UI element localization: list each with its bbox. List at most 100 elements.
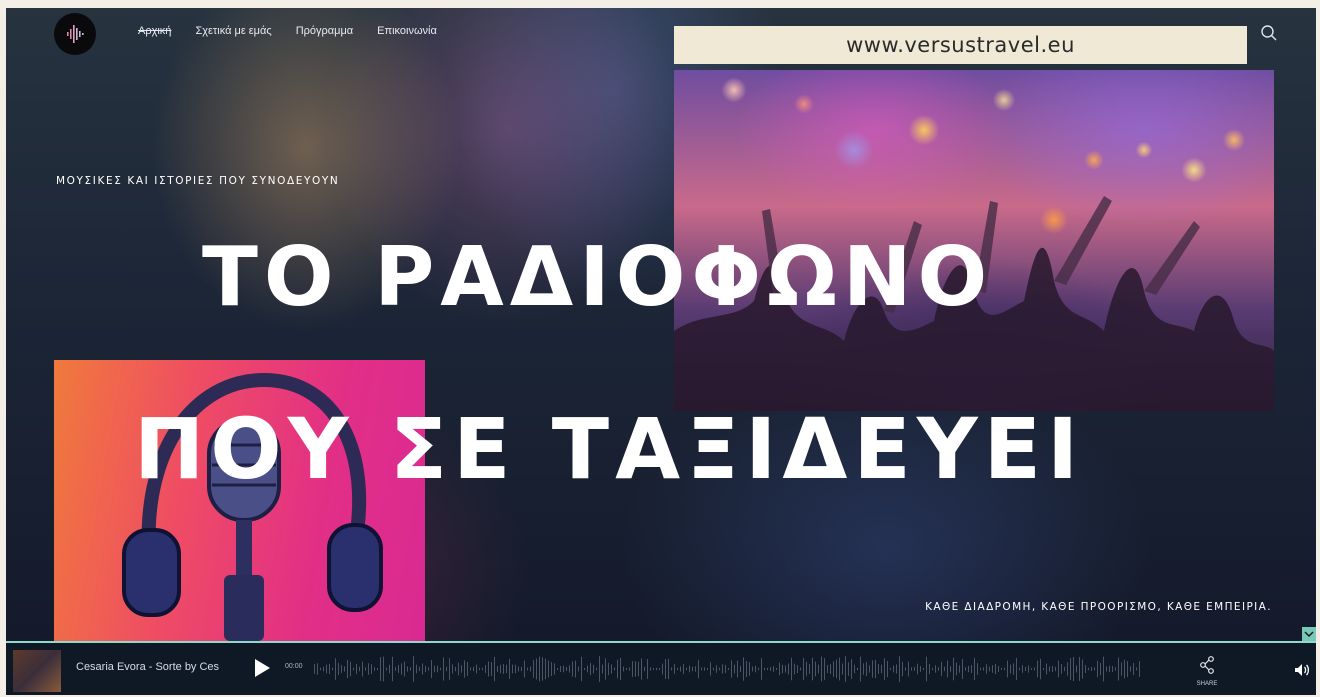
share-label: SHARE	[1196, 681, 1218, 687]
waveform-bar	[1022, 665, 1023, 673]
waveform-bar	[602, 664, 603, 674]
waveform-bar	[692, 666, 693, 672]
waveform-bar	[1004, 667, 1005, 671]
waveform-bar	[596, 667, 597, 671]
waveform-bar	[743, 657, 744, 681]
waveform-scrubber[interactable]	[314, 655, 1144, 683]
waveform-bar	[524, 660, 525, 678]
waveform-bar	[593, 664, 594, 674]
waveform-bar	[1112, 666, 1113, 672]
waveform-bar	[329, 663, 330, 675]
waveform-bar	[896, 664, 897, 674]
waveform-bar	[485, 665, 486, 673]
waveform-bar	[776, 667, 777, 671]
waveform-bar	[1115, 667, 1116, 671]
waveform-bar	[503, 664, 504, 674]
waveform-bar	[737, 660, 738, 678]
waveform-bar	[1013, 663, 1014, 675]
waveform-bar	[1076, 665, 1077, 673]
waveform-bar	[989, 666, 990, 672]
hero-title-line-2: ΠΟΥ ΣΕ ΤΑΞΙΔΕΥΕΙ	[134, 400, 1085, 498]
site-logo[interactable]	[54, 13, 96, 55]
waveform-bar	[575, 660, 576, 678]
nav-item-home[interactable]: Αρχική	[138, 25, 171, 37]
waveform-bar	[599, 656, 600, 682]
waveform-bar	[1136, 667, 1137, 671]
waveform-bar	[959, 665, 960, 673]
waveform-bar	[320, 667, 321, 671]
waveform-bar	[887, 660, 888, 678]
waveform-bar	[1139, 661, 1140, 677]
waveform-bar	[425, 665, 426, 673]
waveform-bar	[521, 666, 522, 672]
waveform-bar	[992, 665, 993, 673]
waveform-bar	[1127, 661, 1128, 677]
waveform-bar	[1052, 665, 1053, 673]
waveform-bar	[944, 666, 945, 672]
waveform-bar	[590, 662, 591, 676]
waveform-bar	[1058, 660, 1059, 678]
waveform-bar	[353, 667, 354, 671]
nav-item-about[interactable]: Σχετικά με εμάς	[195, 25, 271, 37]
waveform-bar	[1082, 659, 1083, 679]
waveform-bar	[530, 666, 531, 672]
waveform-bar	[461, 665, 462, 673]
waveform-bar	[974, 657, 975, 681]
waveform-bar	[614, 667, 615, 671]
waveform-bar	[797, 664, 798, 674]
waveform-bar	[368, 663, 369, 675]
waveform-bar	[782, 664, 783, 674]
waveform-bar	[1046, 663, 1047, 675]
waveform-bar	[326, 664, 327, 674]
waveform-bar	[854, 664, 855, 674]
waveform-bar	[899, 656, 900, 682]
waveform-bar	[1079, 657, 1080, 681]
waveform-bar	[362, 661, 363, 677]
collapse-player-button[interactable]	[1302, 627, 1316, 641]
waveform-bar	[1091, 667, 1092, 671]
waveform-bar	[701, 667, 702, 671]
waveform-bar	[932, 667, 933, 671]
waveform-bar	[365, 667, 366, 671]
waveform-bar	[806, 661, 807, 677]
waveform-bar	[911, 667, 912, 671]
waveform-bar	[638, 661, 639, 677]
waveform-bar	[905, 667, 906, 671]
waveform-bar	[869, 665, 870, 673]
waveform-bar	[563, 665, 564, 673]
waveform-bar	[332, 667, 333, 671]
waveform-bar	[1085, 665, 1086, 673]
waveform-bar	[395, 667, 396, 671]
waveform-bar	[350, 661, 351, 677]
waveform-bar	[767, 667, 768, 671]
waveform-bar	[914, 667, 915, 671]
nav-item-schedule[interactable]: Πρόγραμμα	[296, 25, 353, 37]
waveform-bar	[872, 660, 873, 678]
waveform-bar	[644, 666, 645, 672]
waveform-bar	[836, 659, 837, 679]
waveform-bar	[890, 667, 891, 671]
search-icon[interactable]	[1260, 24, 1278, 42]
waveform-bar	[1016, 657, 1017, 681]
waveform-bar	[824, 658, 825, 680]
waveform-bar	[926, 656, 927, 682]
waveform-bar	[962, 659, 963, 679]
waveform-bar	[1124, 659, 1125, 679]
waveform-bar	[473, 666, 474, 672]
waveform-bar	[848, 662, 849, 676]
nav-item-contact[interactable]: Επικοινωνία	[377, 25, 437, 37]
waveform-bar	[1007, 660, 1008, 678]
page-frame: Αρχική Σχετικά με εμάς Πρόγραμμα Επικοιν…	[6, 8, 1316, 695]
waveform-bar	[347, 659, 348, 679]
waveform-bar	[983, 667, 984, 671]
waveform-bar	[755, 665, 756, 673]
waveform-bar	[827, 665, 828, 673]
waveform-bar	[842, 663, 843, 675]
volume-icon[interactable]	[1294, 663, 1310, 677]
waveform-bar	[908, 661, 909, 677]
waveform-bar	[506, 664, 507, 674]
play-icon[interactable]	[253, 658, 271, 678]
waveform-bar	[662, 663, 663, 675]
waveform-bar	[341, 665, 342, 673]
waveform-bar	[659, 667, 660, 671]
